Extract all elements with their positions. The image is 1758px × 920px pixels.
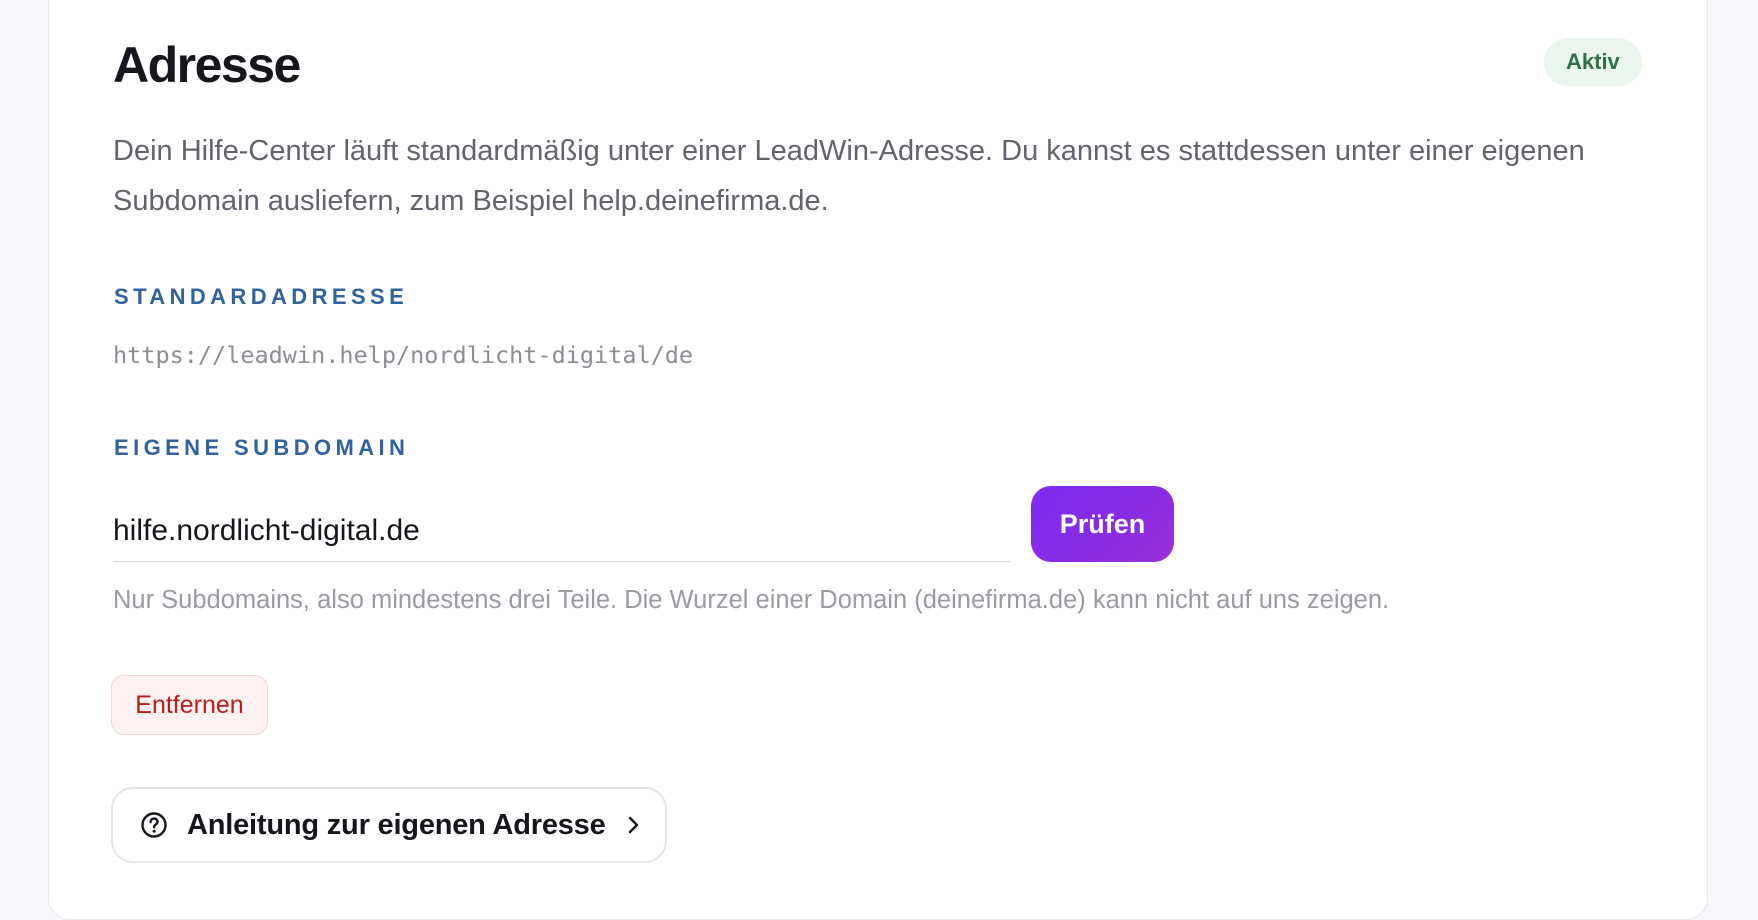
help-circle-icon — [139, 810, 169, 840]
subdomain-input[interactable] — [113, 500, 1010, 562]
chevron-right-icon — [622, 814, 644, 836]
page-title: Adresse — [113, 37, 301, 93]
guide-link-label: Anleitung zur eigenen Adresse — [187, 808, 606, 841]
description-text: Dein Hilfe-Center läuft standardmäßig un… — [113, 135, 1585, 217]
standard-address-label: STANDARDADRESSE — [114, 284, 409, 309]
guide-link-button[interactable]: Anleitung zur eigenen Adresse — [111, 787, 667, 863]
remove-button[interactable]: Entfernen — [111, 675, 268, 735]
standard-address-url: https://leadwin.help/nordlicht-digital/d… — [113, 341, 694, 369]
custom-subdomain-label: EIGENE SUBDOMAIN — [114, 435, 410, 460]
status-badge: Aktiv — [1544, 38, 1642, 86]
check-button[interactable]: Prüfen — [1031, 486, 1174, 562]
subdomain-hint: Nur Subdomains, also mindestens drei Tei… — [113, 586, 1390, 614]
